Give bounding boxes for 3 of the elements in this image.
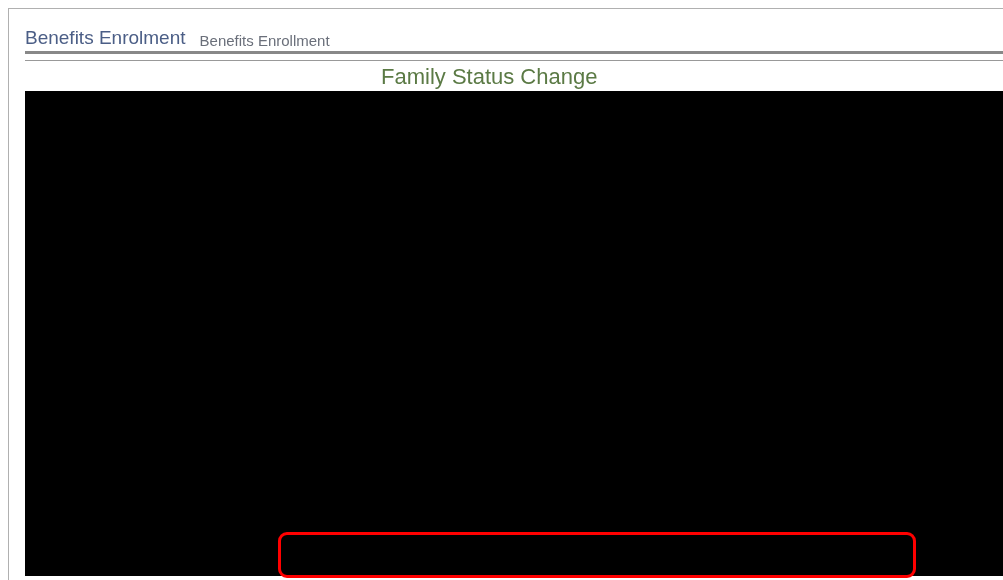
page-title: Benefits Enrolment [25, 27, 186, 49]
section-heading: Family Status Change [381, 66, 598, 88]
page-subtitle: Benefits Enrollment [199, 32, 330, 49]
